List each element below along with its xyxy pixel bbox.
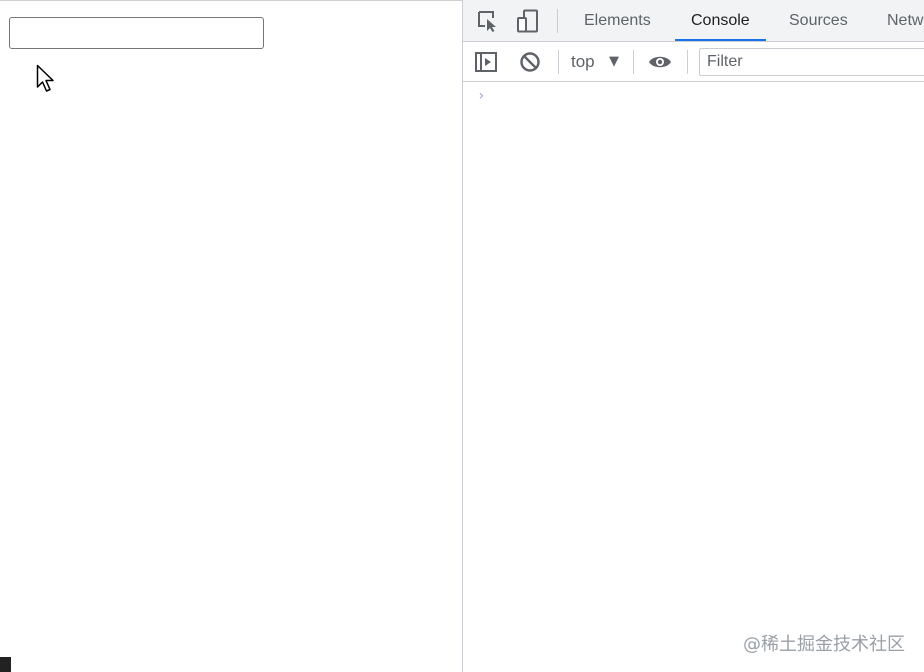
console-filter-input[interactable]: [699, 48, 924, 76]
show-console-sidebar-icon[interactable]: [474, 50, 498, 74]
tab-network[interactable]: Netw: [871, 0, 924, 41]
devtools-panel: Elements Console Sources Netw top ▼ Filt…: [462, 0, 924, 672]
console-prompt-icon: ›: [477, 88, 486, 104]
tab-console[interactable]: Console: [675, 0, 766, 41]
clear-console-icon[interactable]: [518, 50, 542, 74]
tab-elements[interactable]: Elements: [568, 0, 667, 41]
toolbar-separator: [633, 50, 634, 74]
screen: Elements Console Sources Netw top ▼ Filt…: [0, 0, 924, 672]
page-viewport: [0, 0, 462, 672]
tab-sources[interactable]: Sources: [773, 0, 864, 41]
watermark: @稀土掘金技术社区: [743, 634, 905, 655]
console-output[interactable]: › @稀土掘金技术社区: [463, 82, 924, 672]
devtools-tabbar: Elements Console Sources Netw: [463, 0, 924, 42]
eye-icon[interactable]: [648, 50, 672, 74]
page-text-input[interactable]: [9, 17, 264, 49]
toolbar-separator: [558, 50, 559, 74]
corner-mark: [0, 657, 11, 672]
execution-context-select[interactable]: top: [571, 42, 595, 81]
device-toolbar-icon[interactable]: [516, 9, 540, 33]
toolbar-separator: [687, 50, 688, 74]
toolbar-separator: [557, 9, 558, 33]
dropdown-arrow-icon[interactable]: ▼: [609, 42, 619, 81]
console-toolbar: top ▼: [463, 42, 924, 82]
inspect-element-icon[interactable]: [476, 9, 500, 33]
mouse-pointer-icon: [36, 64, 54, 92]
